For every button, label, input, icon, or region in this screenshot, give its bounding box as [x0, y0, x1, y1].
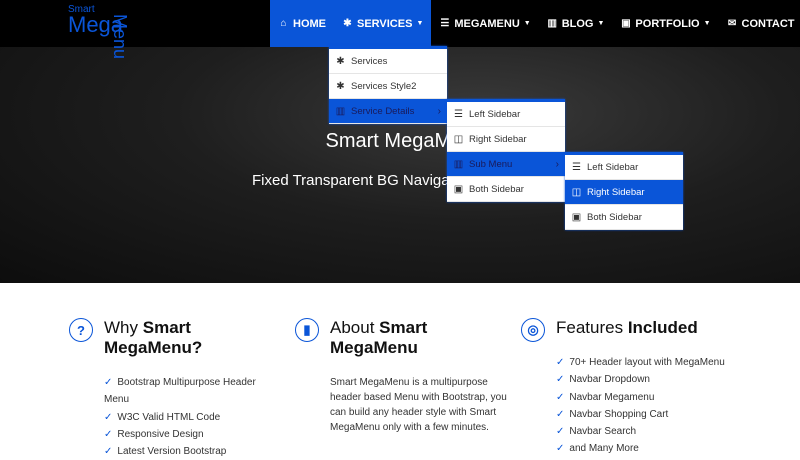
menu-item-both-sidebar[interactable]: ▣ Both Sidebar: [447, 177, 565, 202]
robot-icon: ▣: [453, 183, 464, 195]
nav-portfolio[interactable]: ▣ PORTFOLIO ▼: [612, 0, 718, 47]
menu-label: Both Sidebar: [587, 211, 642, 223]
list-item: ✓ Navbar Shopping Cart: [556, 408, 669, 420]
menu-label: Sub Menu: [469, 158, 513, 170]
menu-item-left-sidebar[interactable]: ☰ Left Sidebar: [565, 155, 683, 180]
book-icon: ▥: [453, 158, 464, 170]
check-icon: ✓: [556, 408, 565, 420]
list-item: ✓ Latest Version Bootstrap: [104, 446, 227, 458]
menu-item-right-sidebar[interactable]: ◫ Right Sidebar: [565, 180, 683, 205]
gear-icon: ✱: [343, 18, 352, 29]
nav-label: HOME: [293, 17, 326, 30]
menu-item-right-sidebar[interactable]: ◫ Right Sidebar: [447, 127, 565, 152]
features-list: ✓ 70+ Header layout with MegaMenu ✓ Navbar…: [556, 354, 756, 458]
caret-down-icon: ▼: [597, 20, 605, 27]
check-icon: ✓: [556, 426, 565, 438]
menu-label: Services Style2: [351, 80, 417, 92]
list-icon: ☰: [454, 108, 463, 120]
nav-label: BLOG: [561, 17, 594, 30]
chevron-right-icon: ›: [437, 105, 441, 117]
menu-label: Services: [351, 55, 388, 67]
nav-services[interactable]: ✱ SERVICES ▼: [334, 0, 432, 47]
nav-megamenu[interactable]: ☰ MEGAMENU ▼: [431, 0, 538, 47]
check-icon: ✓: [104, 377, 113, 388]
robot-icon: ▣: [571, 211, 582, 223]
menu-label: Left Sidebar: [469, 108, 521, 120]
menu-label: Left Sidebar: [587, 161, 639, 173]
gear-icon: ✱: [336, 55, 345, 67]
check-icon: ✓: [556, 443, 565, 455]
menu-item-left-sidebar[interactable]: ☰ Left Sidebar: [447, 102, 565, 127]
nav-blog[interactable]: ▥ BLOG ▼: [539, 0, 613, 47]
hero-subtitle: Fixed Transparent BG Navigation: [252, 172, 474, 189]
gear-icon: ✱: [336, 80, 345, 92]
about-text: Smart MegaMenu is a multipurpose header …: [330, 377, 507, 433]
check-icon: ✓: [556, 391, 565, 403]
nav-home[interactable]: ⌂ HOME: [270, 0, 334, 47]
list-item: ✓ Responsive Design: [104, 428, 204, 440]
menu-item-both-sidebar[interactable]: ▣ Both Sidebar: [565, 205, 683, 230]
menu-item-services-style2[interactable]: ✱ Services Style2: [329, 74, 447, 99]
hero-title: Smart MegaMenu: [325, 130, 485, 152]
sub-menu-submenu: ☰ Left Sidebar ◫ Right Sidebar ▣ Both Sideb…: [565, 152, 683, 230]
logo-vertical: Menu: [110, 14, 130, 60]
caret-down-icon: ▼: [703, 20, 711, 27]
list-icon: ☰: [572, 161, 581, 173]
caret-down-icon: ▼: [416, 20, 424, 27]
menu-label: Right Sidebar: [469, 133, 527, 145]
menu-item-sub-menu[interactable]: ▥ Sub Menu ›: [447, 152, 565, 177]
check-icon: ✓: [104, 428, 113, 440]
menu-label: Right Sidebar: [587, 186, 645, 198]
check-icon: ✓: [104, 411, 113, 423]
nav-label: SERVICES: [357, 17, 413, 30]
book-icon: ▥: [547, 18, 557, 29]
nav-label: CONTACT: [741, 17, 795, 30]
nav-label: PORTFOLIO: [635, 17, 700, 30]
navbar: Smart Mega Menu ⌂ HOME ✱ SERVICES ▼ ☰ MEGAME…: [0, 0, 800, 59]
logo[interactable]: Smart Mega Menu: [68, 4, 130, 59]
nav-label: MEGAMENU: [454, 17, 520, 30]
menu-item-services[interactable]: ✱ Services: [329, 49, 447, 74]
chevron-right-icon: ›: [555, 158, 559, 170]
list-item: ✓ Bootstrap Multipurpose Header Menu: [104, 377, 256, 406]
service-details-submenu: ☰ Left Sidebar ◫ Right Sidebar ▥ Sub Menu › …: [447, 99, 565, 202]
bars-icon: ☰: [440, 18, 450, 29]
menu-label: Service Details: [351, 105, 415, 117]
why-list: ✓ Bootstrap Multipurpose Header Menu ✓ W3C…: [104, 374, 274, 460]
menu-item-service-details[interactable]: ▥ Service Details ›: [329, 99, 447, 124]
menu-label: Both Sidebar: [469, 183, 524, 195]
book-icon: ▮: [295, 318, 319, 342]
check-icon: ✓: [556, 357, 565, 368]
list-item: ✓ Navbar Megamenu: [556, 391, 655, 403]
home-icon: ⌂: [280, 18, 287, 29]
list-item: ✓ and Many More: [556, 443, 639, 455]
list-item: ✓ W3C Valid HTML Code: [104, 411, 221, 423]
features-title: Features Included: [556, 318, 698, 337]
target-icon: ◎: [521, 318, 545, 342]
list-item: ✓ Navbar Dropdown: [556, 374, 650, 386]
why-title: Why Smart MegaMenu?: [104, 318, 203, 357]
book-icon: ▥: [335, 105, 346, 117]
nav-contact[interactable]: ✉ CONTACT: [719, 0, 800, 47]
list-item: ✓ Navbar Search: [556, 426, 637, 438]
briefcase-icon: ▣: [621, 18, 631, 29]
columns-icon: ◫: [453, 133, 464, 145]
list-item: ✓ 70+ Header layout with MegaMenu: [556, 357, 725, 368]
envelope-icon: ✉: [727, 18, 737, 29]
check-icon: ✓: [556, 374, 565, 386]
columns-icon: ◫: [571, 186, 582, 198]
caret-down-icon: ▼: [523, 20, 531, 27]
services-dropdown: ✱ Services ✱ Services Style2 ▥ Service Deta…: [329, 46, 447, 124]
question-icon: ?: [69, 318, 93, 342]
about-title: About Smart MegaMenu: [330, 318, 428, 357]
